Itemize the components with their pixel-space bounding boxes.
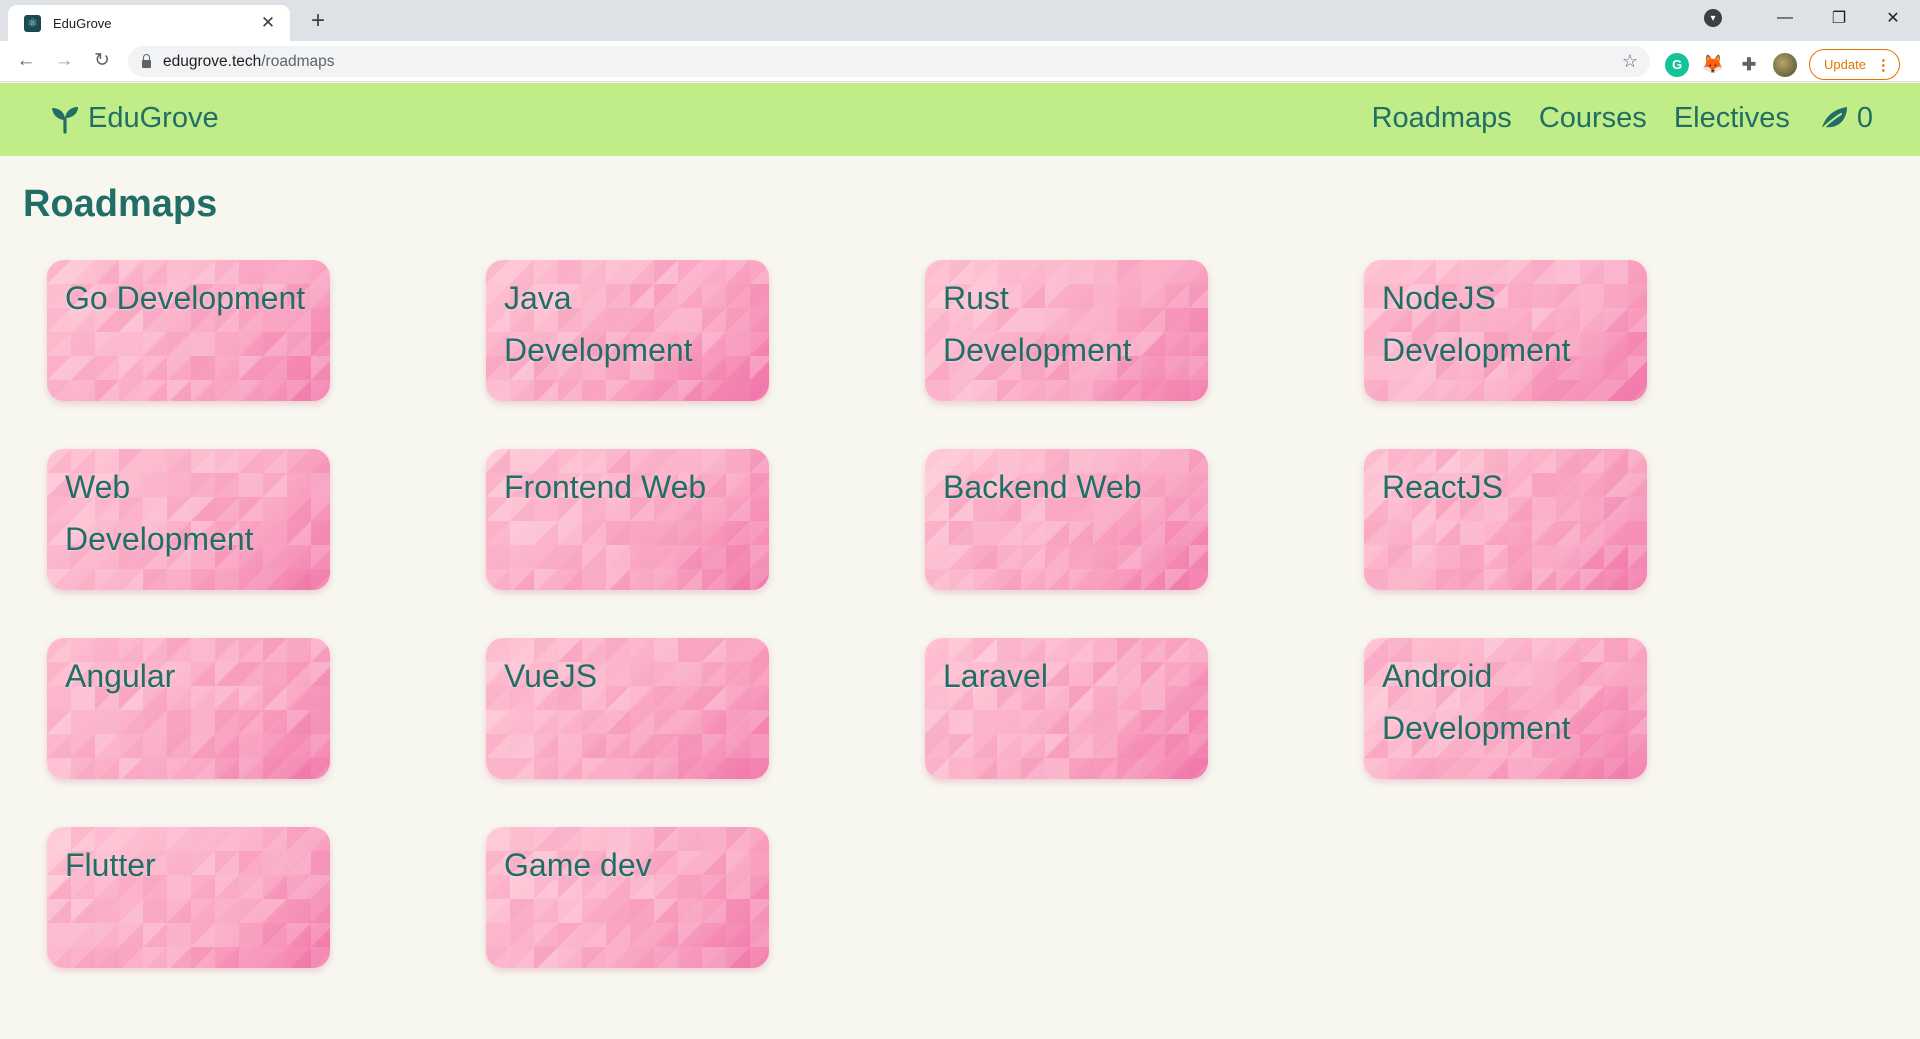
roadmap-title: Android Development <box>1382 658 1571 746</box>
brand-name: EduGrove <box>88 102 219 134</box>
roadmap-title: Go Development <box>65 280 306 316</box>
metamask-icon[interactable]: 🦊 <box>1701 53 1725 77</box>
roadmap-card[interactable]: Backend Web <box>925 449 1208 590</box>
roadmap-card[interactable]: Rust Development <box>925 260 1208 401</box>
roadmap-card[interactable]: Laravel <box>925 638 1208 779</box>
roadmap-card[interactable]: Android Development <box>1364 638 1647 779</box>
roadmap-card[interactable]: VueJS <box>486 638 769 779</box>
lock-icon[interactable] <box>142 53 151 68</box>
page-title: Roadmaps <box>23 183 218 225</box>
roadmap-card[interactable]: Go Development <box>47 260 330 401</box>
roadmap-title: NodeJS Development <box>1382 280 1571 368</box>
nav-courses[interactable]: Courses <box>1539 102 1647 135</box>
react-favicon-icon: ⚛ <box>24 14 41 32</box>
browser-tabstrip: ⚛ EduGrove ✕ + ▾ — ❐ ✕ <box>0 0 1920 41</box>
close-window-icon[interactable]: ✕ <box>1866 8 1920 28</box>
nav-roadmaps[interactable]: Roadmaps <box>1372 102 1512 135</box>
update-button[interactable]: Update ⋮ <box>1809 49 1900 80</box>
roadmap-card[interactable]: NodeJS Development <box>1364 260 1647 401</box>
roadmap-title: Flutter <box>65 847 156 883</box>
roadmap-card[interactable]: ReactJS <box>1364 449 1647 590</box>
extensions-area: G 🦊 ✚ Update ⋮ <box>1665 49 1900 80</box>
roadmap-title: VueJS <box>504 658 598 694</box>
minimize-icon[interactable]: — <box>1758 9 1812 27</box>
roadmap-title: Backend Web <box>943 469 1142 505</box>
tab-search-icon[interactable]: ▾ <box>1704 9 1722 27</box>
puzzle-icon[interactable]: ✚ <box>1737 53 1761 77</box>
leaf-count-value: 0 <box>1856 102 1873 134</box>
address-bar[interactable]: edugrove.tech/roadmaps ☆ <box>128 46 1650 77</box>
update-label: Update <box>1824 57 1866 72</box>
back-icon[interactable]: ← <box>14 50 38 72</box>
url-text[interactable]: edugrove.tech/roadmaps <box>163 53 1622 71</box>
restore-icon[interactable]: ❐ <box>1812 8 1866 28</box>
grammarly-icon[interactable]: G <box>1665 52 1689 77</box>
roadmap-title: Laravel <box>943 658 1048 694</box>
roadmap-card[interactable]: Flutter <box>47 827 330 968</box>
roadmap-grid: Go Development Java Development Rust Dev… <box>47 260 1647 968</box>
tab-title: EduGrove <box>53 15 112 31</box>
profile-avatar[interactable] <box>1773 52 1797 77</box>
new-tab-icon[interactable]: + <box>306 7 330 35</box>
roadmap-card[interactable]: Java Development <box>486 260 769 401</box>
roadmap-card[interactable]: Angular <box>47 638 330 779</box>
more-menu-icon: ⋮ <box>1875 56 1891 74</box>
nav-electives[interactable]: Electives <box>1674 102 1790 135</box>
brand-logo[interactable]: EduGrove <box>50 102 219 135</box>
roadmap-title: Angular <box>65 658 176 694</box>
sprout-icon <box>52 106 78 134</box>
roadmap-card[interactable]: Web Development <box>47 449 330 590</box>
roadmap-card[interactable]: Frontend Web <box>486 449 769 590</box>
roadmap-card[interactable]: Game dev <box>486 827 769 968</box>
leaf-icon <box>1817 106 1847 133</box>
close-tab-icon[interactable]: ✕ <box>258 13 278 33</box>
roadmap-title: Web Development <box>65 469 254 557</box>
browser-tab[interactable]: ⚛ EduGrove ✕ <box>8 5 290 41</box>
main-nav: Roadmaps Courses Electives 0 <box>1345 102 1873 135</box>
roadmap-title: Game dev <box>504 847 652 883</box>
reload-icon[interactable]: ↻ <box>90 50 114 72</box>
leaf-counter[interactable]: 0 <box>1817 102 1873 135</box>
bookmark-star-icon[interactable]: ☆ <box>1622 51 1638 72</box>
roadmap-title: Frontend Web <box>504 469 707 505</box>
window-controls: ▾ — ❐ ✕ <box>1704 0 1920 36</box>
roadmap-title: ReactJS <box>1382 469 1503 505</box>
roadmap-title: Java Development <box>504 280 693 368</box>
roadmap-title: Rust Development <box>943 280 1132 368</box>
forward-icon[interactable]: → <box>52 50 76 72</box>
browser-toolbar: ← → ↻ edugrove.tech/roadmaps ☆ G 🦊 ✚ Upd… <box>0 41 1920 82</box>
site-header: EduGrove Roadmaps Courses Electives 0 <box>0 83 1920 156</box>
